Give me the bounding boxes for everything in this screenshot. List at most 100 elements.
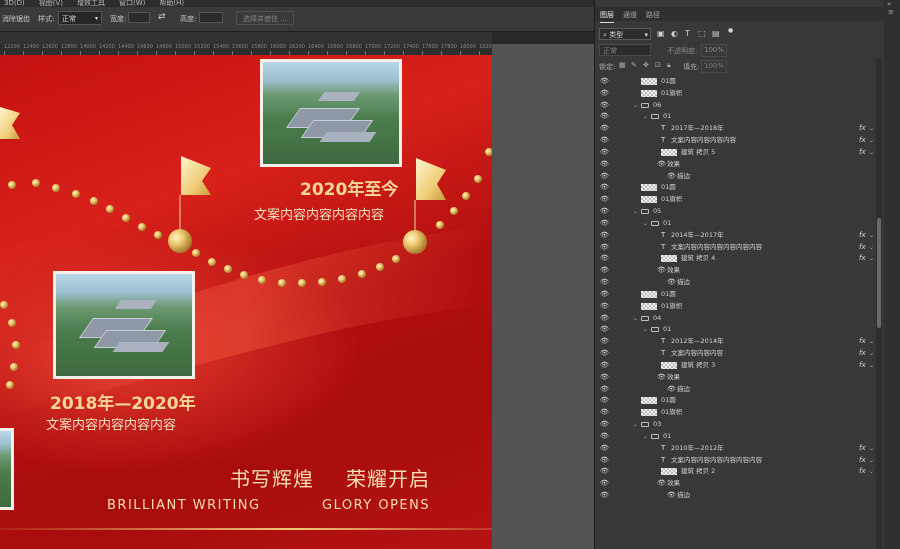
effect-visibility-icon[interactable]: 👁︎ <box>657 478 666 490</box>
visibility-eye-icon[interactable]: 👁︎ <box>600 123 609 135</box>
expand-arrow-icon[interactable]: ⌄ <box>633 313 638 325</box>
effects-toggle-icon[interactable]: ⌄ <box>869 253 874 265</box>
expand-arrow-icon[interactable]: ⌄ <box>633 206 638 218</box>
kind-filter-select[interactable]: ⌕ 类型 ▾ <box>599 28 651 40</box>
visibility-eye-icon[interactable]: 👁︎ <box>600 336 609 348</box>
menu-item[interactable]: 增效工具 <box>77 0 105 7</box>
effects-toggle-icon[interactable]: ⌄ <box>869 230 874 242</box>
effects-toggle-icon[interactable]: ⌄ <box>869 455 874 467</box>
layers-scrollbar[interactable] <box>876 58 882 549</box>
expand-arrow-icon[interactable]: ⌄ <box>643 111 648 123</box>
layer-row[interactable]: 👁︎ 👁︎ 效果 <box>595 265 885 277</box>
visibility-eye-icon[interactable]: 👁︎ <box>600 147 609 159</box>
layer-row[interactable]: 👁︎ 01旗帜 <box>595 407 885 419</box>
layer-effects-icon[interactable]: fx <box>859 360 866 372</box>
effect-visibility-icon[interactable]: 👁︎ <box>657 159 666 171</box>
layer-row[interactable]: 👁︎ 建筑 拷贝 4 fx ⌄ <box>595 253 885 265</box>
visibility-eye-icon[interactable]: 👁︎ <box>600 431 609 443</box>
effects-toggle-icon[interactable]: ⌄ <box>869 360 874 372</box>
visibility-eye-icon[interactable]: 👁︎ <box>600 466 609 478</box>
visibility-eye-icon[interactable]: 👁︎ <box>600 407 609 419</box>
visibility-eye-icon[interactable]: 👁︎ <box>600 455 609 467</box>
effects-toggle-icon[interactable]: ⌄ <box>869 147 874 159</box>
visibility-eye-icon[interactable]: 👁︎ <box>600 419 609 431</box>
adjustment-filter-icon[interactable]: ◐ <box>671 29 678 38</box>
layer-row[interactable]: 👁︎ 01圆 <box>595 182 885 194</box>
layer-row[interactable]: 👁︎ 👁︎ 效果 <box>595 478 885 490</box>
visibility-eye-icon[interactable]: 👁︎ <box>600 490 609 502</box>
canvas[interactable]: 2020年至今 文案内容内容内容内容 2018年—2020年 文案内容内容内容内… <box>0 55 492 549</box>
effects-toggle-icon[interactable]: ⌄ <box>869 123 874 135</box>
effects-toggle-icon[interactable]: ⌄ <box>869 242 874 254</box>
fill-input[interactable]: 100% <box>701 60 727 73</box>
layer-row[interactable]: 👁︎ ⌄ 01 <box>595 218 885 230</box>
layer-row[interactable]: 👁︎ 01圆 <box>595 395 885 407</box>
visibility-eye-icon[interactable]: 👁︎ <box>600 313 609 325</box>
layer-row[interactable]: 👁︎ 01旗帜 <box>595 301 885 313</box>
visibility-eye-icon[interactable]: 👁︎ <box>600 277 609 289</box>
layer-effects-icon[interactable]: fx <box>859 147 866 159</box>
layer-thumbnail[interactable] <box>641 196 657 204</box>
layer-effects-icon[interactable]: fx <box>859 123 866 135</box>
lock-transparent-icon[interactable]: ▦ <box>619 61 626 69</box>
expand-arrow-icon[interactable]: ⌄ <box>643 431 648 443</box>
shape-filter-icon[interactable]: ⬚ <box>698 29 706 38</box>
layer-row[interactable]: 👁︎ 👁︎ 描边 <box>595 490 885 502</box>
filter-toggle-icon[interactable]: ● <box>728 27 733 34</box>
visibility-eye-icon[interactable]: 👁︎ <box>600 360 609 372</box>
layer-row[interactable]: 👁︎ 01圆 <box>595 76 885 88</box>
layer-row[interactable]: 👁︎ 建筑 拷贝 3 fx ⌄ <box>595 360 885 372</box>
layer-row[interactable]: 👁︎ ⌄ 03 <box>595 419 885 431</box>
layer-row[interactable]: 👁︎ T 文案内容内容内容内容内容内容 fx ⌄ <box>595 242 885 254</box>
layer-thumbnail[interactable] <box>641 78 657 85</box>
expand-arrow-icon[interactable]: ⌄ <box>633 419 638 431</box>
layer-row[interactable]: 👁︎ 建筑 拷贝 2 fx ⌄ <box>595 466 885 478</box>
lock-paint-icon[interactable]: ✎ <box>631 61 637 69</box>
layer-thumbnail[interactable] <box>661 255 677 263</box>
layer-row[interactable]: 👁︎ 01旗帜 <box>595 88 885 100</box>
layer-thumbnail[interactable] <box>641 302 657 310</box>
expand-arrow-icon[interactable]: ⌄ <box>633 100 638 112</box>
layer-row[interactable]: 👁︎ ⌄ 01 <box>595 324 885 336</box>
panel-menu-icon[interactable]: ≡ <box>888 8 894 16</box>
layer-thumbnail[interactable] <box>641 409 657 417</box>
visibility-eye-icon[interactable]: 👁︎ <box>600 88 609 100</box>
effect-visibility-icon[interactable]: 👁︎ <box>657 372 666 384</box>
layer-row[interactable]: 👁︎ ⌄ 05 <box>595 206 885 218</box>
type-filter-icon[interactable]: T <box>685 29 690 38</box>
visibility-eye-icon[interactable]: 👁︎ <box>600 135 609 147</box>
layer-row[interactable]: 👁︎ 👁︎ 描边 <box>595 277 885 289</box>
layer-effects-icon[interactable]: fx <box>859 242 866 254</box>
effect-visibility-icon[interactable]: 👁︎ <box>667 171 676 183</box>
visibility-eye-icon[interactable]: 👁︎ <box>600 443 609 455</box>
layer-effects-icon[interactable]: fx <box>859 336 866 348</box>
lock-move-icon[interactable]: ✥ <box>643 61 649 69</box>
layer-row[interactable]: 👁︎ ⌄ 04 <box>595 313 885 325</box>
layer-row[interactable]: 👁︎ 👁︎ 描边 <box>595 384 885 396</box>
layer-thumbnail[interactable] <box>641 397 657 405</box>
layer-row[interactable]: 👁︎ T 文案内容内容内容 fx ⌄ <box>595 348 885 360</box>
smart-object-filter-icon[interactable]: ▤ <box>712 29 720 38</box>
effect-visibility-icon[interactable]: 👁︎ <box>667 384 676 396</box>
effects-toggle-icon[interactable]: ⌄ <box>869 135 874 147</box>
layer-effects-icon[interactable]: fx <box>859 135 866 147</box>
layer-effects-icon[interactable]: fx <box>859 443 866 455</box>
layer-effects-icon[interactable]: fx <box>859 230 866 242</box>
effects-toggle-icon[interactable]: ⌄ <box>869 336 874 348</box>
style-select[interactable]: 正常 ▾ <box>58 11 102 25</box>
layer-effects-icon[interactable]: fx <box>859 253 866 265</box>
effects-toggle-icon[interactable]: ⌄ <box>869 466 874 478</box>
layer-row[interactable]: 👁︎ ⌄ 01 <box>595 431 885 443</box>
layer-thumbnail[interactable] <box>641 184 657 192</box>
layer-thumbnail[interactable] <box>661 468 677 476</box>
layer-row[interactable]: 👁︎ ⌄ 06 <box>595 100 885 112</box>
tab-paths[interactable]: 路径 <box>646 10 660 20</box>
scrollbar-thumb[interactable] <box>877 218 881 328</box>
layer-thumbnail[interactable] <box>661 361 677 369</box>
visibility-eye-icon[interactable]: 👁︎ <box>600 182 609 194</box>
effect-visibility-icon[interactable]: 👁︎ <box>667 277 676 289</box>
layer-row[interactable]: 👁︎ 建筑 拷贝 5 fx ⌄ <box>595 147 885 159</box>
layer-thumbnail[interactable] <box>661 148 677 156</box>
swap-icon[interactable]: ⇄ <box>158 12 166 22</box>
effect-visibility-icon[interactable]: 👁︎ <box>657 265 666 277</box>
